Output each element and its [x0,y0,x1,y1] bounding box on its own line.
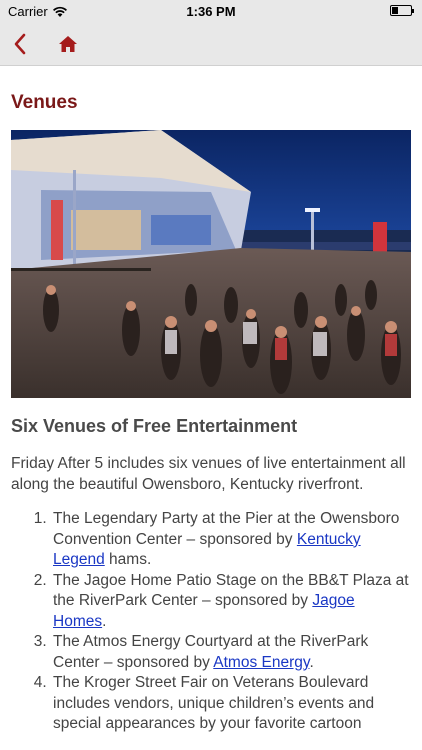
home-icon [59,36,77,52]
page-title: Venues [11,92,78,113]
home-button[interactable] [54,30,82,58]
list-item: The Atmos Energy Courtyard at the RiverP… [51,632,411,673]
list-item: The Legendary Party at the Pier at the O… [51,509,411,571]
venue-text: The Kroger Street Fair on Veterans Boule… [53,674,375,732]
riverfront-crowd-image [11,130,411,398]
sponsor-link-atmos-energy[interactable]: Atmos Energy [213,654,309,671]
venue-text-end: . [309,653,314,671]
list-item: The Jagoe Home Patio Stage on the BB&T P… [51,571,411,633]
chevron-left-icon [14,33,26,55]
list-item: The Kroger Street Fair on Veterans Boule… [51,673,411,735]
venue-text: The Jagoe Home Patio Stage on the BB&T P… [53,571,409,610]
venue-text-end: hams. [104,551,152,568]
venue-text-end: . [102,612,107,630]
battery-level [392,7,399,14]
page-content: Venues Six Venues of Free Entertainment … [11,66,411,735]
venue-text: The Atmos Energy Courtyard at the RiverP… [53,633,369,671]
back-button[interactable] [6,30,34,58]
navigation-bar [0,22,422,66]
battery-icon [390,5,414,16]
section-heading: Six Venues of Free Entertainment [11,416,298,436]
intro-paragraph: Friday After 5 includes six venues of li… [11,455,406,493]
status-bar: Carrier 1:36 PM [0,0,422,22]
venue-photo [11,130,411,398]
status-time: 1:36 PM [186,4,236,19]
venues-list: The Legendary Party at the Pier at the O… [11,509,411,735]
